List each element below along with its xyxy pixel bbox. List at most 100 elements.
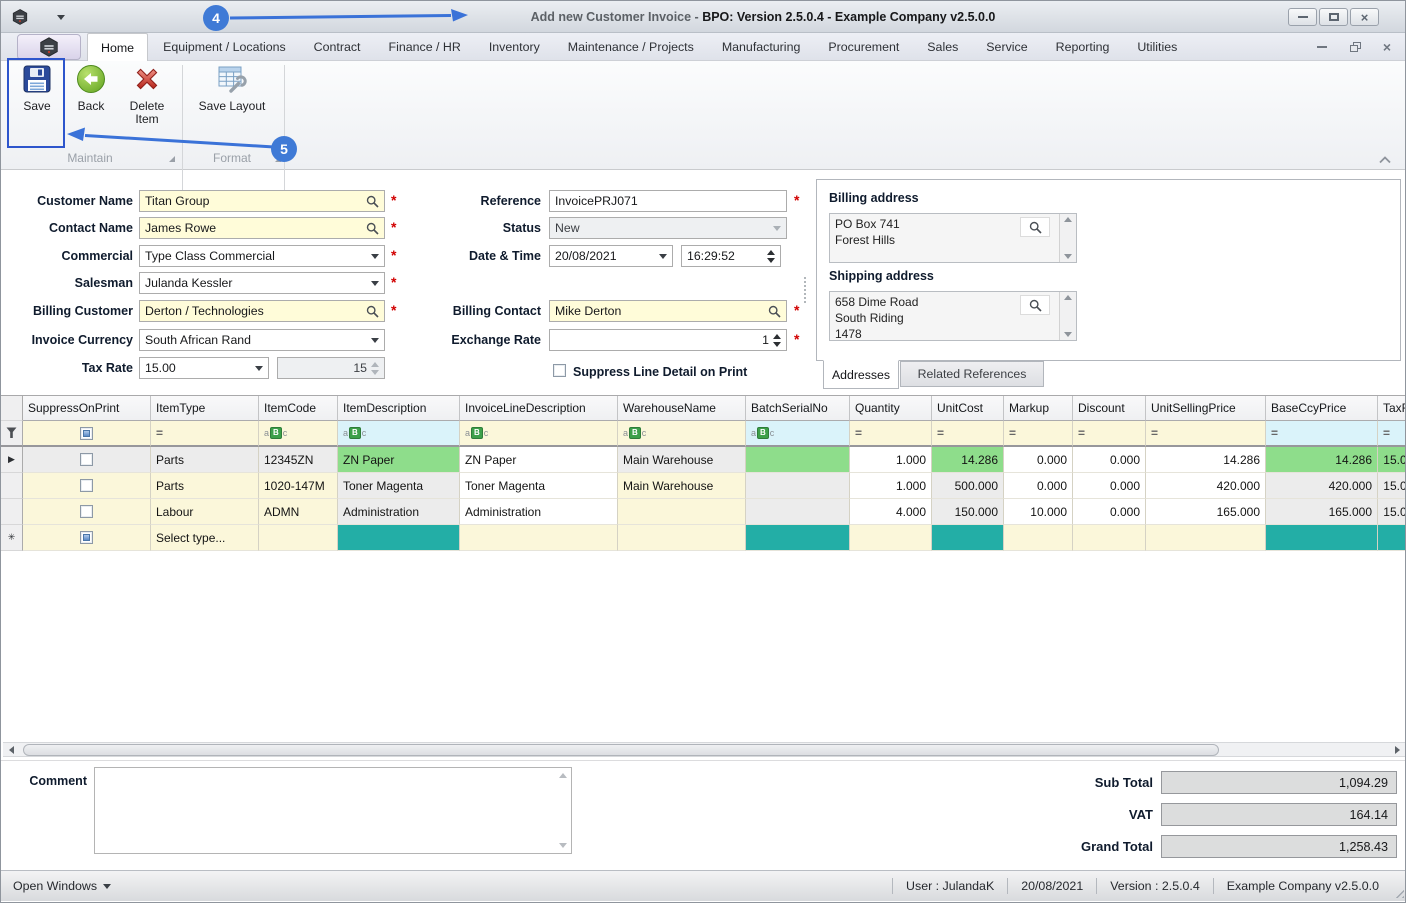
grid-cell-discount[interactable]: 0.000 [1073, 499, 1146, 525]
grid-cell-suppressonprint[interactable] [23, 525, 151, 551]
suppress-on-print-checkbox[interactable] [80, 531, 93, 544]
filter-cell-itemcode[interactable]: aBc [259, 421, 338, 447]
search-icon[interactable] [366, 195, 379, 208]
tab-manufacturing[interactable]: Manufacturing [709, 33, 814, 61]
grid-cell-invoicelinedescription[interactable]: ZN Paper [460, 447, 618, 473]
filter-cell-unitsellingprice[interactable]: = [1146, 421, 1266, 447]
grid-cell-suppressonprint[interactable] [23, 499, 151, 525]
suppress-on-print-checkbox[interactable] [80, 479, 93, 492]
filter-cell-batchserialno[interactable]: aBc [746, 421, 850, 447]
grid-cell-quantity[interactable]: 4.000 [850, 499, 932, 525]
grid-cell-itemtype[interactable]: Labour [151, 499, 259, 525]
suppress-line-detail-checkbox[interactable] [553, 364, 566, 377]
minimize-button[interactable] [1288, 8, 1317, 26]
grid-cell-markup[interactable]: 10.000 [1004, 499, 1073, 525]
filter-cell-warehousename[interactable]: aBc [618, 421, 746, 447]
search-icon[interactable] [768, 305, 781, 318]
tab-inventory[interactable]: Inventory [476, 33, 553, 61]
grid-cell-batchserialno[interactable] [746, 525, 850, 551]
grid-cell-quantity[interactable] [850, 525, 932, 551]
chevron-down-icon[interactable] [371, 281, 379, 286]
spinner-icon[interactable] [773, 334, 781, 347]
grid-cell-itemdescription[interactable]: ZN Paper [338, 447, 460, 473]
maximize-button[interactable] [1319, 8, 1348, 26]
chevron-down-icon[interactable] [255, 366, 263, 371]
column-header-unitcost[interactable]: UnitCost [932, 396, 1004, 421]
filter-cell-itemdescription[interactable]: aBc [338, 421, 460, 447]
column-header-itemcode[interactable]: ItemCode [259, 396, 338, 421]
scroll-down-icon[interactable] [1064, 332, 1072, 337]
scroll-down-icon[interactable] [559, 843, 567, 848]
grid-cell-itemtype[interactable]: Select type... [151, 525, 259, 551]
reference-field[interactable]: InvoicePRJ071 [549, 190, 787, 212]
filter-cell-taxrate[interactable]: = [1378, 421, 1406, 447]
horizontal-scrollbar[interactable] [3, 742, 1405, 757]
resize-grip[interactable] [1392, 886, 1404, 898]
grid-cell-baseccyprice[interactable] [1266, 525, 1378, 551]
grid-cell-suppressonprint[interactable] [23, 473, 151, 499]
search-icon[interactable] [366, 222, 379, 235]
spinner-icon[interactable] [767, 250, 775, 263]
close-button[interactable]: × [1350, 8, 1379, 26]
tab-utilities[interactable]: Utilities [1124, 33, 1190, 61]
scroll-up-icon[interactable] [1064, 217, 1072, 222]
grid-cell-taxrate[interactable]: 15.000 [1378, 447, 1406, 473]
grid-cell-markup[interactable]: 0.000 [1004, 447, 1073, 473]
grid-cell-warehousename[interactable]: Main Warehouse [618, 473, 746, 499]
grid-cell-warehousename[interactable] [618, 525, 746, 551]
tab-sales[interactable]: Sales [914, 33, 971, 61]
grid-cell-batchserialno[interactable] [746, 447, 850, 473]
scroll-left-button[interactable] [4, 744, 18, 756]
splitter-handle[interactable] [804, 277, 806, 303]
commercial-dropdown[interactable]: Type Class Commercial [139, 245, 385, 267]
grid-cell-itemcode[interactable]: 12345ZN [259, 447, 338, 473]
billing-address-search-button[interactable] [1020, 217, 1050, 237]
date-field[interactable]: 20/08/2021 [549, 245, 673, 267]
application-menu-button[interactable] [17, 34, 81, 60]
grid-cell-taxrate[interactable]: 15.000 [1378, 473, 1406, 499]
scroll-down-icon[interactable] [1064, 254, 1072, 259]
scrollbar-thumb[interactable] [23, 744, 1219, 756]
comment-textarea[interactable] [94, 767, 572, 854]
open-windows-button[interactable]: Open Windows [13, 871, 111, 901]
exchange-rate-field[interactable]: 1 [549, 329, 787, 351]
grid-cell-itemdescription[interactable] [338, 525, 460, 551]
grid-cell-itemdescription[interactable]: Administration [338, 499, 460, 525]
suppress-on-print-checkbox[interactable] [80, 453, 93, 466]
grid-cell-warehousename[interactable]: Main Warehouse [618, 447, 746, 473]
grid-cell-quantity[interactable]: 1.000 [850, 447, 932, 473]
scroll-up-icon[interactable] [1064, 295, 1072, 300]
mdi-minimize-button[interactable] [1317, 33, 1327, 61]
grid-cell-unitsellingprice[interactable]: 14.286 [1146, 447, 1266, 473]
tab-reporting[interactable]: Reporting [1043, 33, 1123, 61]
column-header-quantity[interactable]: Quantity [850, 396, 932, 421]
filter-cell-quantity[interactable]: = [850, 421, 932, 447]
grid-cell-itemcode[interactable] [259, 525, 338, 551]
search-icon[interactable] [366, 305, 379, 318]
grid-cell-taxrate[interactable]: 15.000 [1378, 499, 1406, 525]
grid-cell-invoicelinedescription[interactable]: Administration [460, 499, 618, 525]
back-button[interactable]: Back [67, 63, 115, 149]
salesman-dropdown[interactable]: Julanda Kessler [139, 272, 385, 294]
grid-cell-suppressonprint[interactable] [23, 447, 151, 473]
grid-cell-warehousename[interactable] [618, 499, 746, 525]
filter-cell-itemtype[interactable]: = [151, 421, 259, 447]
grid-cell-unitsellingprice[interactable] [1146, 525, 1266, 551]
column-header-discount[interactable]: Discount [1073, 396, 1146, 421]
billing-customer-field[interactable]: Derton / Technologies [139, 300, 385, 322]
grid-cell-itemdescription[interactable]: Toner Magenta [338, 473, 460, 499]
chevron-down-icon[interactable] [371, 254, 379, 259]
mdi-restore-button[interactable] [1350, 33, 1361, 61]
suppress-on-print-checkbox[interactable] [80, 427, 93, 440]
column-header-unitsellingprice[interactable]: UnitSellingPrice [1146, 396, 1266, 421]
grid-cell-unitcost[interactable]: 500.000 [932, 473, 1004, 499]
grid-cell-batchserialno[interactable] [746, 473, 850, 499]
grid-cell-invoicelinedescription[interactable] [460, 525, 618, 551]
invoice-currency-dropdown[interactable]: South African Rand [139, 329, 385, 351]
grid-cell-unitcost[interactable] [932, 525, 1004, 551]
scroll-up-icon[interactable] [559, 773, 567, 778]
tab-addresses[interactable]: Addresses [823, 360, 899, 389]
tab-service[interactable]: Service [973, 33, 1040, 61]
tax-rate-dropdown[interactable]: 15.00 [139, 357, 269, 379]
tab-finance-hr[interactable]: Finance / HR [376, 33, 474, 61]
